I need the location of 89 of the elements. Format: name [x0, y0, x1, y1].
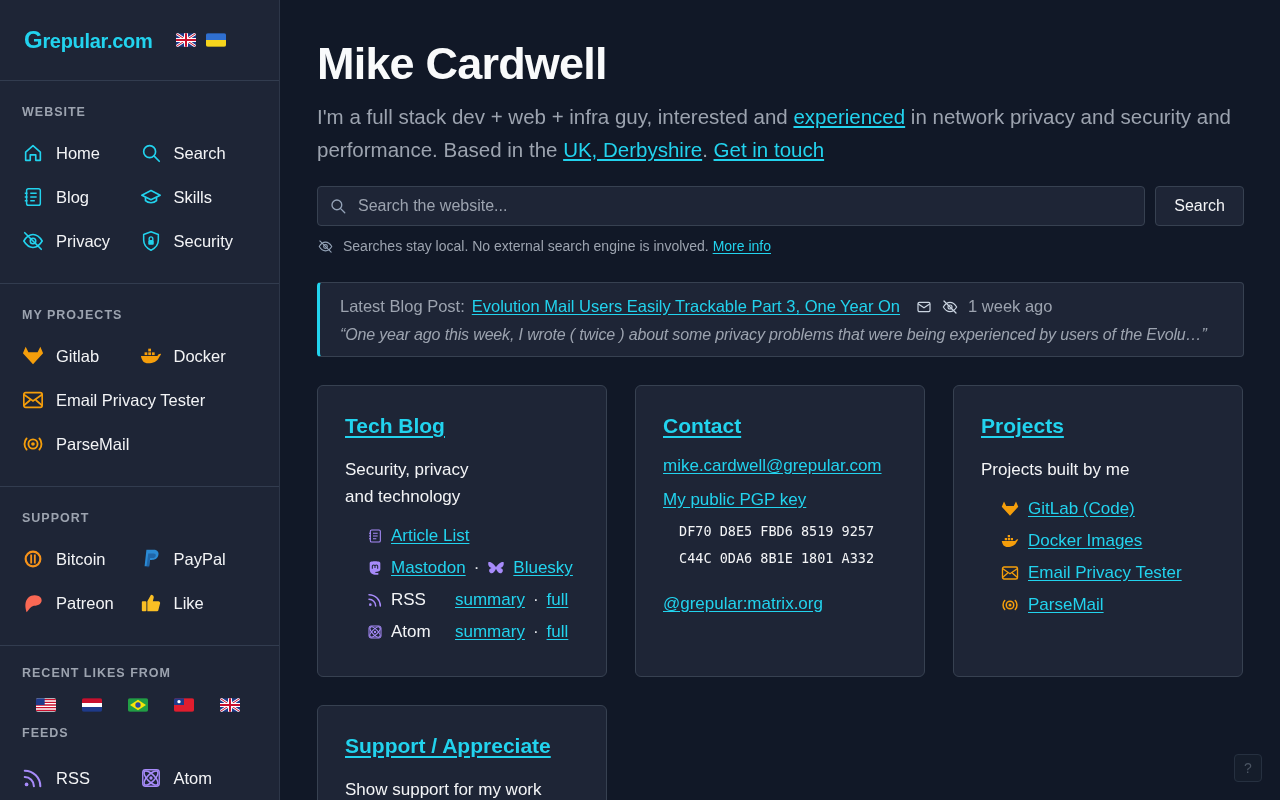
- section-heading: MY PROJECTS: [22, 308, 124, 322]
- flag-icon: [174, 698, 194, 712]
- notebook-icon: [367, 528, 383, 544]
- sidebar-item[interactable]: Privacy: [22, 230, 140, 252]
- key-fingerprint: DF70 D8E5 FBD6 8519 9257: [679, 522, 876, 541]
- fox-icon: [22, 345, 44, 367]
- eye-off-icon: [318, 238, 333, 254]
- blob-icon: [22, 592, 44, 614]
- card-description: Projects built by me: [981, 459, 1131, 481]
- flag-icon: [220, 698, 240, 712]
- matrix-link[interactable]: @grepular:matrix.org: [663, 594, 897, 614]
- separator-dot: ·: [532, 590, 539, 610]
- card-heading-link[interactable]: Projects: [981, 414, 1064, 438]
- pgp-key-link[interactable]: My public PGP key: [663, 490, 897, 510]
- card-heading-link[interactable]: Support / Appreciate: [345, 734, 551, 758]
- rss-icon: [367, 592, 383, 608]
- sidebar-item[interactable]: Atom: [139, 767, 257, 789]
- sidebar-item[interactable]: Security: [139, 230, 257, 252]
- feed-label: Atom: [391, 622, 432, 642]
- sidebar-item[interactable]: Bitcoin: [22, 548, 140, 570]
- project-link[interactable]: Docker Images: [1028, 531, 1143, 551]
- notebook-icon: [22, 186, 44, 208]
- card-description: Security, privacy and technology: [345, 459, 470, 508]
- feed-label: RSS: [391, 590, 427, 610]
- email-link[interactable]: mike.cardwell@grepular.com: [663, 456, 897, 476]
- card-heading-link[interactable]: Contact: [663, 414, 742, 438]
- eye-off-icon: [942, 298, 959, 315]
- fox-icon: [1001, 500, 1019, 518]
- project-link[interactable]: Email Privacy Tester: [1028, 563, 1182, 583]
- text-link[interactable]: Bluesky: [513, 558, 573, 578]
- sidebar-item[interactable]: Patreon: [22, 592, 140, 614]
- post-age: 1 week ago: [968, 297, 1053, 316]
- sidebar-item[interactable]: Gitlab: [22, 345, 140, 367]
- section-heading: SUPPORT: [22, 511, 91, 525]
- rss-icon: [22, 767, 44, 789]
- text-link[interactable]: summary: [455, 622, 525, 642]
- text-link[interactable]: Mastodon: [391, 558, 466, 578]
- atom-icon: [367, 624, 383, 640]
- card-description: Show support for my work: [345, 779, 543, 800]
- sidebar-item[interactable]: PayPal: [139, 548, 257, 570]
- search-field[interactable]: Search the website...: [317, 186, 1146, 226]
- sidebar-item[interactable]: Home: [22, 142, 140, 164]
- atom-icon: [139, 767, 162, 789]
- separator-dot: ·: [532, 622, 539, 642]
- thumbs-up-icon: [139, 592, 162, 614]
- key-fingerprint: C44C 0DA6 8B1E 1801 A332: [679, 549, 876, 568]
- text-link[interactable]: Article List: [391, 526, 470, 546]
- text-link[interactable]: experienced: [793, 105, 906, 128]
- text-link[interactable]: Get in touch: [713, 138, 825, 161]
- sidebar-item[interactable]: Blog: [22, 186, 140, 208]
- post-title-link[interactable]: Evolution Mail Users Easily Trackable Part 3, One Year On: [471, 297, 901, 316]
- whale-icon: [1001, 532, 1019, 550]
- text-link[interactable]: full: [546, 622, 569, 642]
- text-link[interactable]: UK, Derbyshire: [563, 138, 703, 161]
- text-link[interactable]: summary: [455, 590, 525, 610]
- flag-icon: [82, 698, 102, 712]
- post-excerpt: “One year ago this week, I wrote ( twice ) about some privacy problems that were being experienced by users of the Evolu…”: [340, 326, 1209, 344]
- sidebar-item[interactable]: Search: [139, 142, 257, 164]
- search-button[interactable]: Search: [1155, 186, 1244, 226]
- project-link[interactable]: GitLab (Code): [1028, 499, 1135, 519]
- search-note: Searches stay local. No external search engine is involved. More info: [343, 238, 771, 254]
- sidebar-item[interactable]: RSS: [22, 767, 140, 789]
- sidebar-item[interactable]: Skills: [139, 186, 257, 208]
- sidebar-item[interactable]: Docker: [139, 345, 257, 367]
- text-link[interactable]: full: [546, 590, 569, 610]
- flag-icon: [36, 698, 56, 712]
- flag-icon: [176, 33, 197, 47]
- sidebar-item[interactable]: Like: [139, 592, 257, 614]
- envelope-icon: [1001, 564, 1019, 582]
- latest-post-label: Latest Blog Post:: [340, 297, 465, 316]
- envelope-icon: [22, 389, 44, 411]
- separator-dot: ·: [473, 558, 480, 578]
- sidebar-item[interactable]: ParseMail: [22, 433, 130, 455]
- home-icon: [22, 142, 44, 164]
- more-info-link[interactable]: More info: [712, 238, 771, 254]
- section-heading: RECENT LIKES FROM: [22, 666, 172, 680]
- coin-icon: [22, 548, 44, 570]
- section-heading: FEEDS: [22, 726, 70, 740]
- chat-icon: [367, 560, 383, 576]
- site-logo[interactable]: Grepular.com: [24, 26, 153, 54]
- flag-icon: [128, 698, 148, 712]
- eye-off-icon: [22, 230, 44, 252]
- intro-text: I'm a full stack dev + web + infra guy, interested and experienced in network privacy and security and performance. Based in the UK, Derbyshire. Get in touch: [317, 104, 1233, 163]
- section-heading: WEBSITE: [22, 105, 87, 119]
- card-heading-link[interactable]: Tech Blog: [345, 414, 445, 438]
- flag-icon: [206, 33, 227, 47]
- page-title: Mike Cardwell: [317, 38, 608, 90]
- sidebar-item[interactable]: Email Privacy Tester: [22, 389, 206, 411]
- project-link[interactable]: ParseMail: [1028, 595, 1104, 615]
